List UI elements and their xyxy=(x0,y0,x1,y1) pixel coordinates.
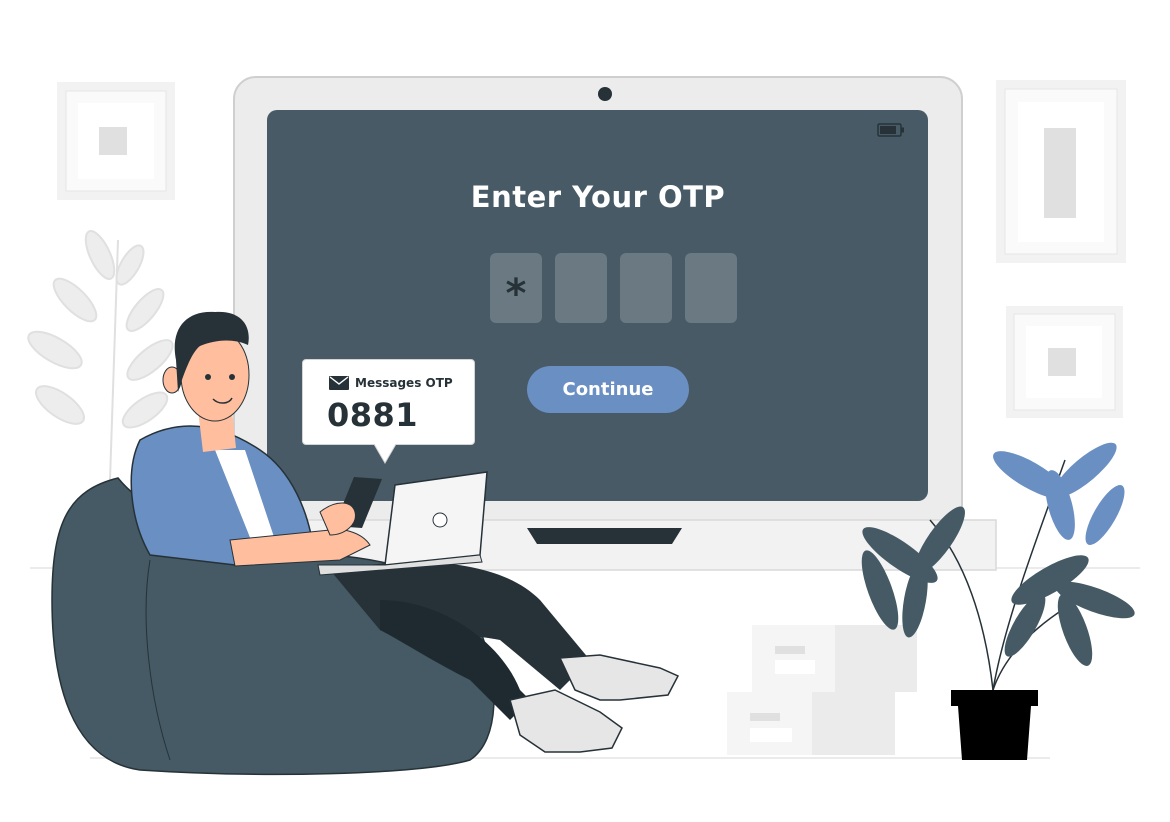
message-header: Messages OTP xyxy=(329,376,453,390)
otp-digit-1[interactable]: * xyxy=(490,253,542,323)
otp-input-group: * xyxy=(490,253,737,323)
message-bubble-tail xyxy=(373,443,397,464)
mail-icon xyxy=(329,376,349,390)
otp-digit-3[interactable] xyxy=(620,253,672,323)
message-label: Messages OTP xyxy=(355,376,453,390)
otp-digit-2[interactable] xyxy=(555,253,607,323)
otp-code: 0881 xyxy=(327,396,419,434)
page-title: Enter Your OTP xyxy=(470,180,726,214)
battery-icon xyxy=(877,123,904,137)
message-notification: Messages OTP 0881 xyxy=(302,359,475,445)
otp-digit-4[interactable] xyxy=(685,253,737,323)
otp-digit-value: * xyxy=(505,271,527,317)
continue-button[interactable]: Continue xyxy=(527,366,689,413)
screen-ui-layer: Enter Your OTP * Continue Messages OTP 0… xyxy=(0,0,1170,822)
